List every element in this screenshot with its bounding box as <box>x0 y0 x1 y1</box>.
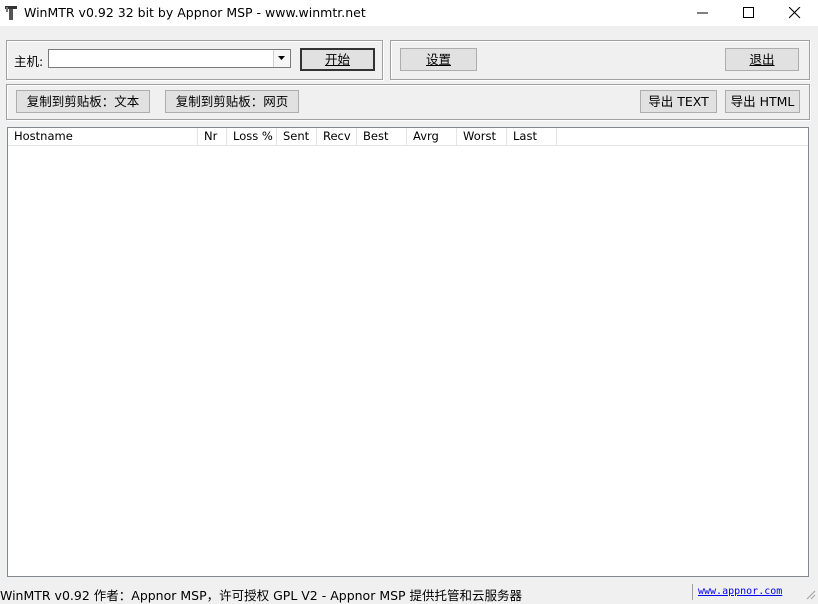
column-header-loss[interactable]: Loss % <box>227 128 277 145</box>
column-header-best[interactable]: Best <box>357 128 407 145</box>
copy-text-button-label: 复制到剪贴板：文本 <box>26 94 140 109</box>
title-bar[interactable]: WinMTR v0.92 32 bit by Appnor MSP - www.… <box>0 0 818 26</box>
column-header-sent[interactable]: Sent <box>277 128 317 145</box>
host-label: 主机: <box>14 54 44 69</box>
settings-button[interactable]: 设置 <box>400 48 477 71</box>
status-separator <box>692 584 693 600</box>
status-bar: WinMTR v0.92 作者：Appnor MSP，许可授权 GPL V2 -… <box>0 582 818 603</box>
copy-html-button-label: 复制到剪贴板：网页 <box>175 94 289 109</box>
exit-button-label: 退出 <box>749 52 775 67</box>
status-text: WinMTR v0.92 作者：Appnor MSP，许可授权 GPL V2 -… <box>0 588 523 603</box>
appnor-link[interactable]: www.appnor.com <box>698 586 782 597</box>
maximize-button[interactable] <box>726 0 772 26</box>
column-header-recv[interactable]: Recv <box>317 128 357 145</box>
exit-button[interactable]: 退出 <box>725 48 799 71</box>
export-html-button-label: 导出 HTML <box>730 94 795 109</box>
export-html-button[interactable]: 导出 HTML <box>725 90 800 113</box>
export-text-button-label: 导出 TEXT <box>648 94 709 109</box>
resize-grip-icon[interactable] <box>804 588 816 600</box>
close-button[interactable] <box>772 0 818 26</box>
close-icon <box>789 7 801 19</box>
results-table[interactable]: Hostname Nr Loss % Sent Recv Best Avrg W… <box>7 127 809 577</box>
column-header-hostname[interactable]: Hostname <box>8 128 198 145</box>
column-header-avrg[interactable]: Avrg <box>407 128 457 145</box>
settings-button-label: 设置 <box>425 52 451 67</box>
maximize-icon <box>743 7 754 18</box>
app-icon <box>5 6 17 20</box>
minimize-button[interactable] <box>680 0 726 26</box>
host-combobox[interactable] <box>48 49 291 68</box>
chevron-down-icon <box>278 56 285 60</box>
minimize-icon <box>697 12 708 14</box>
column-header-worst[interactable]: Worst <box>457 128 507 145</box>
export-text-button[interactable]: 导出 TEXT <box>640 90 717 113</box>
copy-html-button[interactable]: 复制到剪贴板：网页 <box>165 90 299 113</box>
column-header-nr[interactable]: Nr <box>198 128 227 145</box>
start-button[interactable]: 开始 <box>300 48 375 71</box>
combo-dropdown-button[interactable] <box>273 50 290 67</box>
start-button-label: 开始 <box>324 52 350 67</box>
window-title: WinMTR v0.92 32 bit by Appnor MSP - www.… <box>24 5 366 20</box>
column-header-last[interactable]: Last <box>507 128 557 145</box>
copy-text-button[interactable]: 复制到剪贴板：文本 <box>16 90 150 113</box>
table-header: Hostname Nr Loss % Sent Recv Best Avrg W… <box>8 128 808 146</box>
